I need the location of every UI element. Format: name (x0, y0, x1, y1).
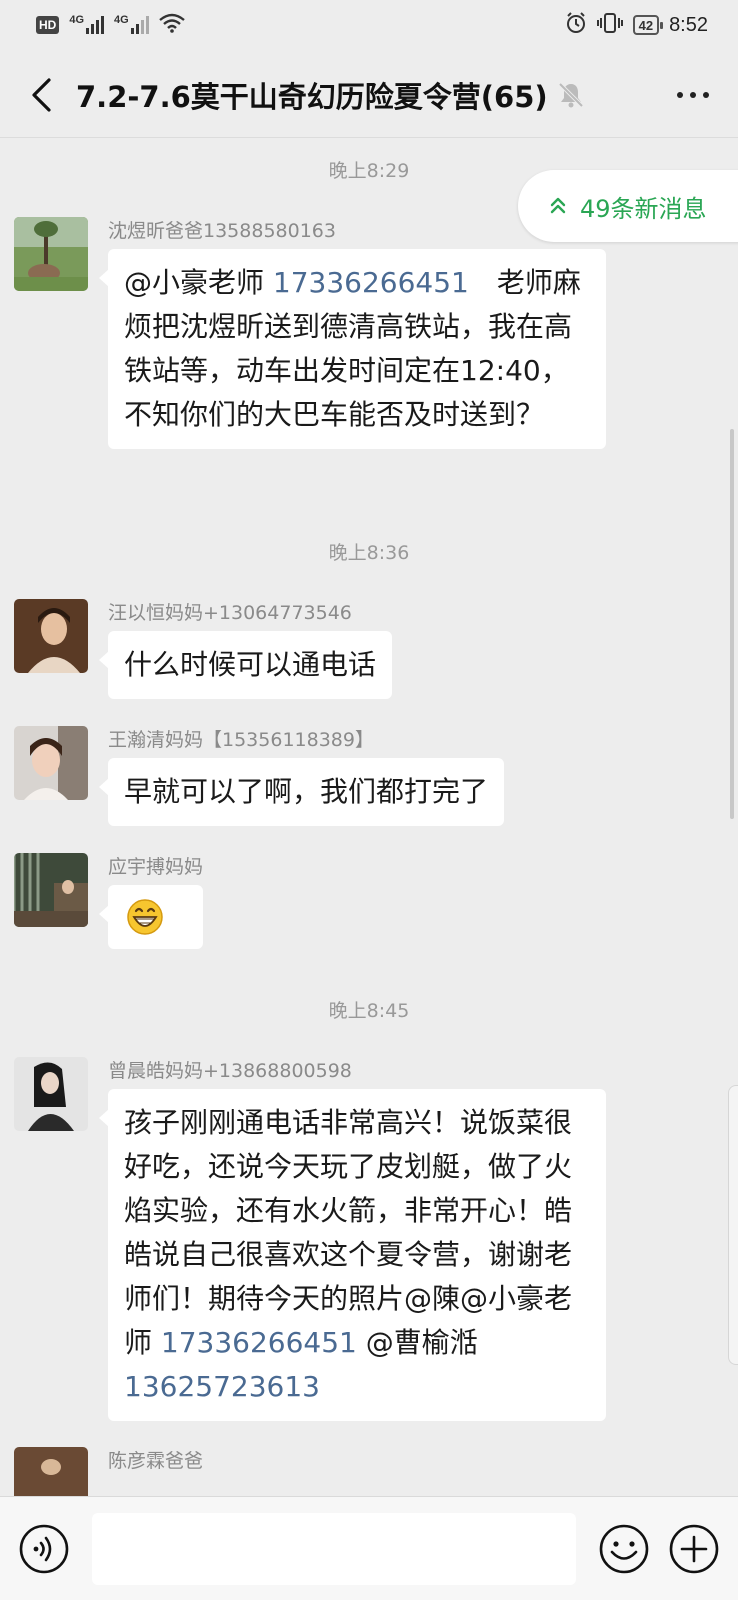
avatar[interactable] (14, 599, 88, 673)
sender-name: 王瀚清妈妈【15356118389】 (108, 729, 374, 751)
back-arrow-icon (32, 77, 51, 112)
time-separator: 晚上8:36 (328, 542, 410, 564)
back-button[interactable] (20, 70, 62, 120)
double-chevron-up-icon (550, 197, 566, 214)
message-bubble[interactable]: 早就可以了啊，我们都打完了 (98, 758, 505, 826)
voice-button[interactable] (18, 1523, 70, 1575)
emoji-button[interactable] (598, 1523, 650, 1575)
sender-name: 陈彦霖爸爸 (108, 1450, 204, 1472)
chat-title: 7.2-7.6莫干山奇幻历险夏令营(65) (76, 79, 548, 114)
message-text: 孩子刚刚通电话非常高兴！说饭菜很好吃，还说今天玩了皮划艇，做了火焰实验，还有水火… (124, 1106, 573, 1359)
message-bubble[interactable]: 孩子刚刚通电话非常高兴！说饭菜很好吃，还说今天玩了皮划艇，做了火焰实验，还有水火… (99, 1089, 606, 1421)
sender-name: 应宇搏妈妈 (108, 856, 204, 878)
grinning-emoji-icon (127, 899, 163, 935)
message-body: 应宇搏妈妈 (98, 853, 204, 949)
message-input[interactable] (92, 1512, 576, 1585)
title-wrap: 7.2-7.6莫干山奇幻历险夏令营(65) (76, 74, 668, 116)
mention-text: @曹榆湉 (356, 1326, 478, 1359)
more-button[interactable] (668, 70, 718, 120)
status-right: 42 8:52 (565, 11, 708, 39)
new-messages-label: 49条新消息 (580, 194, 707, 223)
side-drawer-handle[interactable] (728, 1085, 738, 1365)
message-item: 陈彦霖爸爸 (14, 1447, 203, 1496)
avatar[interactable] (14, 1447, 88, 1496)
message-bubble[interactable] (98, 885, 204, 949)
wifi-icon (158, 13, 185, 38)
signal-icon-1: 4G (69, 14, 105, 34)
avatar[interactable] (14, 217, 88, 291)
more-icon (677, 91, 683, 98)
message-body: 陈彦霖爸爸 (108, 1447, 203, 1475)
alarm-icon (565, 11, 587, 39)
scrollbar[interactable] (730, 429, 734, 819)
avatar[interactable] (14, 1057, 88, 1131)
mention-text: @小豪老师 (124, 266, 273, 299)
status-bar: HD 4G 4G 42 8:52 (0, 0, 738, 50)
signal-icon-2: 4G (114, 14, 149, 34)
avatar[interactable] (14, 853, 88, 927)
plus-button[interactable] (668, 1523, 720, 1575)
input-bar (0, 1496, 738, 1600)
phone-link[interactable]: 17336266451 (273, 266, 469, 299)
voice-icon (19, 1524, 69, 1573)
message-item: 曾晨皓妈妈+13868800598 孩子刚刚通电话非常高兴！说饭菜很好吃，还说今… (14, 1057, 606, 1421)
message-body: 曾晨皓妈妈+13868800598 孩子刚刚通电话非常高兴！说饭菜很好吃，还说今… (99, 1057, 606, 1421)
wechat-group-chat-screen: HD 4G 4G 42 8:52 7.2-7.6莫干山奇幻历险夏令营(65) 晚… (0, 0, 738, 1600)
message-item: 沈煜昕爸爸13588580163 @小豪老师 17336266451 老师麻烦把… (14, 217, 606, 449)
message-item: 王瀚清妈妈【15356118389】 早就可以了啊，我们都打完了 (14, 726, 505, 826)
message-item: 汪以恒妈妈+13064773546 什么时候可以通电话 (14, 599, 393, 699)
hd-badge: HD (36, 16, 60, 34)
status-left: HD 4G 4G (36, 13, 185, 38)
time-separator: 晚上8:45 (328, 1000, 410, 1022)
chat-area[interactable]: 晚上8:29 沈煜昕爸爸13588580163 @小豪老师 1733626645… (0, 139, 738, 1496)
avatar[interactable] (14, 726, 88, 800)
mute-bell-icon (558, 81, 584, 109)
battery-icon: 42 (632, 15, 664, 35)
message-bubble[interactable]: 什么时候可以通电话 (98, 631, 393, 699)
message-item: 应宇搏妈妈 (14, 853, 204, 949)
emoji-icon (599, 1524, 649, 1573)
sender-name: 曾晨皓妈妈+13868800598 (108, 1060, 352, 1082)
new-messages-button[interactable]: 49条新消息 (518, 170, 738, 242)
vibrate-icon (596, 12, 623, 39)
phone-link[interactable]: 17336266451 (161, 1326, 357, 1359)
message-body: 王瀚清妈妈【15356118389】 早就可以了啊，我们都打完了 (98, 726, 505, 826)
message-bubble[interactable]: @小豪老师 17336266451 老师麻烦把沈煜昕送到德清高铁站，我在高铁站等… (99, 249, 606, 449)
phone-link[interactable]: 13625723613 (124, 1370, 320, 1403)
plus-icon (669, 1524, 719, 1573)
status-time: 8:52 (669, 13, 708, 36)
sender-name: 汪以恒妈妈+13064773546 (108, 602, 352, 624)
message-body: 沈煜昕爸爸13588580163 @小豪老师 17336266451 老师麻烦把… (99, 217, 606, 449)
chat-header: 7.2-7.6莫干山奇幻历险夏令营(65) (0, 52, 738, 138)
message-body: 汪以恒妈妈+13064773546 什么时候可以通电话 (98, 599, 393, 699)
